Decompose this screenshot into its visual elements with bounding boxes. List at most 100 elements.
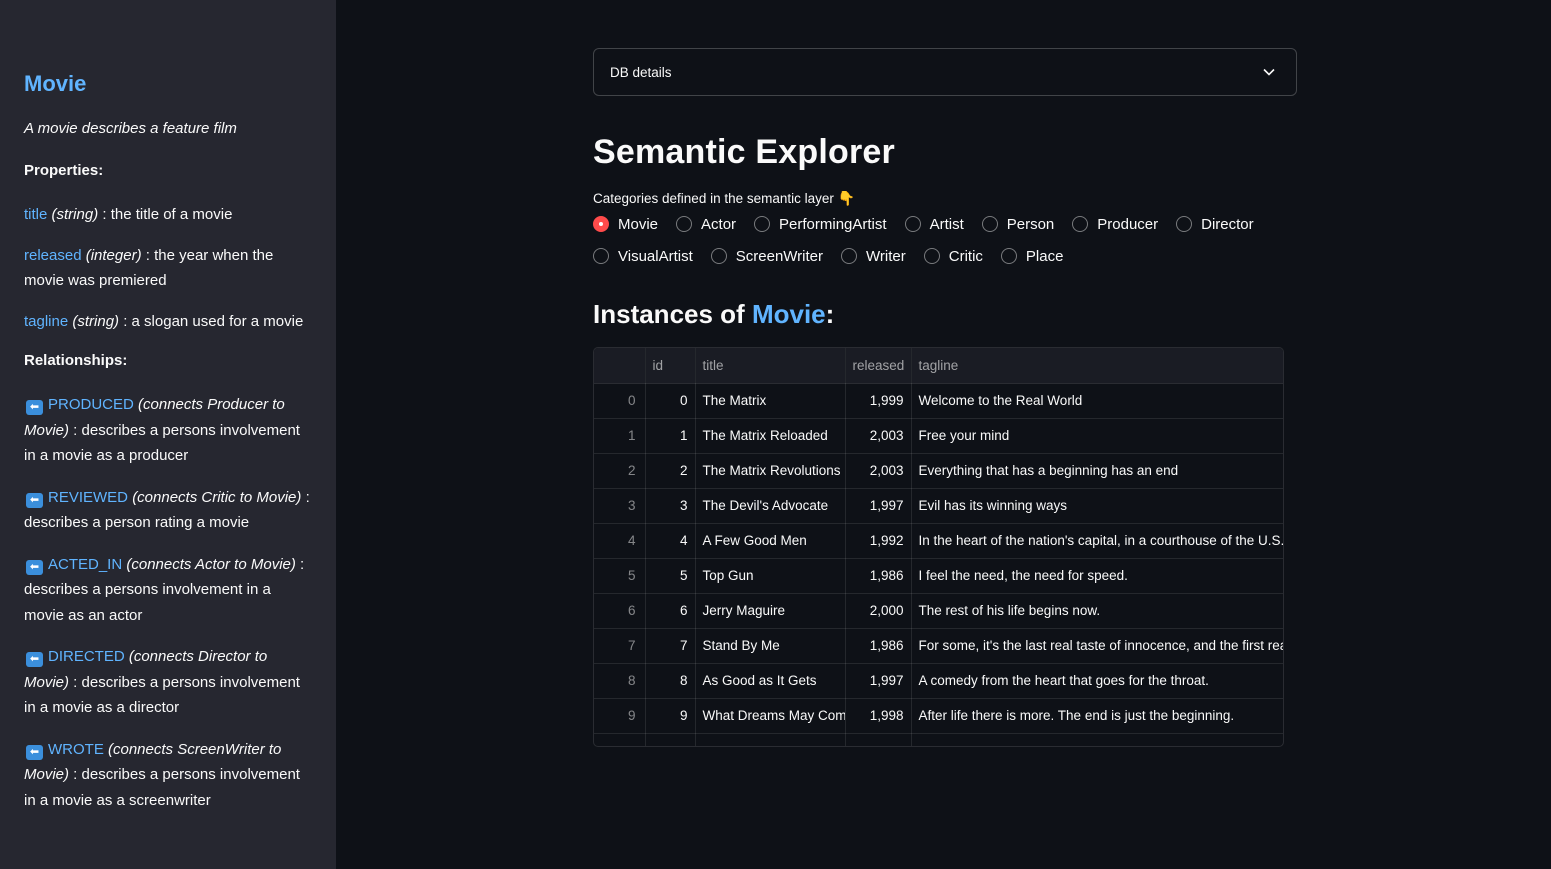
table-cell-tagline[interactable]: Evil has its winning ways	[911, 488, 1283, 524]
table-row[interactable]: 5 5 Top Gun 1,986 I feel the need, the need …	[594, 558, 1283, 594]
table-cell-index[interactable]: 5	[594, 558, 646, 594]
table-cell-released[interactable]: 1,998	[845, 698, 912, 734]
table-cell-released[interactable]: 1,997	[845, 663, 912, 699]
table-cell-index[interactable]: 6	[594, 593, 646, 629]
radio-circle-icon[interactable]	[904, 216, 921, 232]
radio-option-director[interactable]: Director	[1176, 215, 1254, 233]
arrow-left-icon: ⬅	[26, 652, 43, 667]
table-row[interactable]: 2 2 The Matrix Revolutions 2,003 Everything …	[594, 453, 1283, 489]
radio-circle-icon[interactable]	[1072, 216, 1089, 232]
table-cell-id[interactable]: 3	[645, 488, 696, 524]
radio-circle-icon[interactable]	[593, 248, 609, 264]
table-cell-tagline[interactable]: I feel the need, the need for speed.	[911, 558, 1283, 594]
table-row[interactable]: 3 3 The Devil's Advocate 1,997 Evil has its …	[594, 488, 1283, 524]
column-header-tagline[interactable]: tagline	[911, 348, 1283, 384]
property-tagline: tagline (string) : a slogan used for a m…	[24, 309, 312, 334]
radio-option-place[interactable]: Place	[1000, 247, 1064, 265]
table-cell-released[interactable]: 1,986	[845, 558, 912, 594]
table-cell-released[interactable]: 1,986	[845, 628, 912, 664]
table-cell-tagline[interactable]: After life there is more. The end is jus…	[911, 698, 1283, 734]
table-cell-id[interactable]: 0	[645, 383, 696, 419]
column-header-title[interactable]: title	[695, 348, 846, 384]
table-cell-title[interactable]: What Dreams May Come	[695, 698, 846, 734]
table-cell-index[interactable]: 1	[594, 418, 646, 454]
table-cell-tagline[interactable]: For some, it's the last real taste of in…	[911, 628, 1283, 664]
table-cell-released[interactable]: 1,992	[845, 523, 912, 559]
table-cell-index[interactable]: 3	[594, 488, 646, 524]
table-row[interactable]: 0 0 The Matrix 1,999 Welcome to the Real Wor…	[594, 383, 1283, 419]
radio-circle-icon[interactable]	[676, 216, 693, 232]
table-cell-released[interactable]: 2,003	[845, 453, 912, 489]
radio-circle-icon[interactable]	[841, 248, 858, 264]
table-cell-title[interactable]: The Devil's Advocate	[695, 488, 846, 524]
radio-circle-icon[interactable]	[981, 216, 998, 232]
property-title: title (string) : the title of a movie	[24, 202, 312, 227]
table-row[interactable]: 7 7 Stand By Me 1,986 For some, it's the las…	[594, 628, 1283, 664]
table-cell-tagline[interactable]: Free your mind	[911, 418, 1283, 454]
table-cell-index[interactable]: 8	[594, 663, 646, 699]
table-cell-tagline[interactable]: The rest of his life begins now.	[911, 593, 1283, 629]
radio-circle-icon[interactable]	[923, 248, 940, 264]
radio-option-label: Place	[1025, 247, 1064, 265]
table-cell-title[interactable]: The Matrix Reloaded	[695, 418, 846, 454]
relationships-heading: Relationships:	[24, 352, 128, 369]
table-cell-id[interactable]: 2	[645, 453, 696, 489]
table-cell-empty	[695, 733, 846, 746]
radio-option-actor[interactable]: Actor	[676, 215, 736, 233]
table-cell-title[interactable]: A Few Good Men	[695, 523, 846, 559]
radio-option-performingartist[interactable]: PerformingArtist	[754, 215, 887, 233]
radio-option-person[interactable]: Person	[981, 215, 1054, 233]
table-cell-released[interactable]: 2,000	[845, 593, 912, 629]
instances-table[interactable]: id title released tagline 0 0 The Matrix 1,999…	[593, 347, 1284, 747]
radio-option-screenwriter[interactable]: ScreenWriter	[710, 247, 823, 265]
table-cell-title[interactable]: Jerry Maguire	[695, 593, 846, 629]
table-row[interactable]: 6 6 Jerry Maguire 2,000 The rest of his life…	[594, 593, 1283, 629]
table-cell-index[interactable]: 7	[594, 628, 646, 664]
main-content: DB details Semantic Explorer Categories …	[593, 48, 1297, 747]
table-cell-id[interactable]: 9	[645, 698, 696, 734]
table-cell-tagline[interactable]: Everything that has a beginning has an e…	[911, 453, 1283, 489]
table-cell-index[interactable]: 4	[594, 523, 646, 559]
table-cell-tagline[interactable]: A comedy from the heart that goes for th…	[911, 663, 1283, 699]
table-cell-released[interactable]: 1,997	[845, 488, 912, 524]
table-cell-index[interactable]: 9	[594, 698, 646, 734]
table-cell-id[interactable]: 8	[645, 663, 696, 699]
table-cell-released[interactable]: 1,999	[845, 383, 912, 419]
radio-circle-icon[interactable]	[1176, 216, 1193, 232]
column-header-id[interactable]: id	[645, 348, 696, 384]
table-cell-title[interactable]: Stand By Me	[695, 628, 846, 664]
db-details-expander[interactable]: DB details	[593, 48, 1297, 96]
radio-option-writer[interactable]: Writer	[841, 247, 906, 265]
radio-option-visualartist[interactable]: VisualArtist	[593, 247, 693, 265]
radio-circle-icon[interactable]	[754, 216, 771, 232]
column-header-released[interactable]: released	[845, 348, 912, 384]
radio-option-critic[interactable]: Critic	[923, 247, 983, 265]
table-row[interactable]: 1 1 The Matrix Reloaded 2,003 Free your mind	[594, 418, 1283, 454]
table-cell-title[interactable]: The Matrix Revolutions	[695, 453, 846, 489]
column-header-index[interactable]	[594, 348, 646, 384]
table-cell-id[interactable]: 5	[645, 558, 696, 594]
table-cell-id[interactable]: 7	[645, 628, 696, 664]
table-cell-title[interactable]: Top Gun	[695, 558, 846, 594]
radio-option-movie[interactable]: Movie	[593, 215, 658, 233]
radio-circle-icon[interactable]	[593, 216, 609, 232]
table-cell-index[interactable]: 2	[594, 453, 646, 489]
table-cell-tagline[interactable]: Welcome to the Real World	[911, 383, 1283, 419]
table-row[interactable]: 9 9 What Dreams May Come 1,998 After life th…	[594, 698, 1283, 734]
table-cell-empty	[845, 733, 912, 746]
table-cell-released[interactable]: 2,003	[845, 418, 912, 454]
table-row[interactable]: 8 8 As Good as It Gets 1,997 A comedy from t…	[594, 663, 1283, 699]
relationship-name: DIRECTED	[48, 648, 125, 665]
table-cell-id[interactable]: 4	[645, 523, 696, 559]
table-cell-title[interactable]: As Good as It Gets	[695, 663, 846, 699]
table-row[interactable]: 44A Few Good Men 1,992 In the heart of the…	[594, 523, 1283, 559]
table-cell-tagline[interactable]: In the heart of the nation's capital, in…	[911, 523, 1283, 559]
radio-circle-icon[interactable]	[1000, 248, 1017, 264]
radio-circle-icon[interactable]	[710, 248, 727, 264]
table-cell-id[interactable]: 1	[645, 418, 696, 454]
radio-option-producer[interactable]: Producer	[1072, 215, 1158, 233]
table-cell-id[interactable]: 6	[645, 593, 696, 629]
radio-option-artist[interactable]: Artist	[904, 215, 964, 233]
table-cell-index[interactable]: 0	[594, 383, 646, 419]
table-cell-title[interactable]: The Matrix	[695, 383, 846, 419]
